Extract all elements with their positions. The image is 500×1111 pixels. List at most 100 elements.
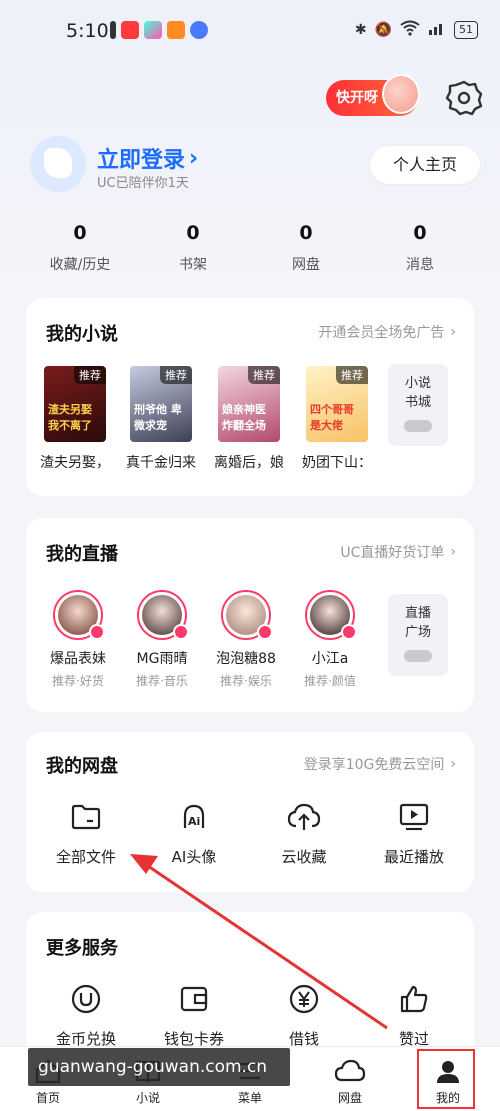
streamer-name: 泡泡糖88 (216, 651, 276, 667)
card-link-label: 登录享10G免费云空间 (303, 757, 445, 773)
card-title: 更多服务 (46, 938, 118, 959)
stat-value: 0 (73, 222, 87, 244)
streamer-item[interactable]: 爆品表妹 推荐·好货 (36, 590, 120, 689)
streamer-avatar (305, 590, 357, 640)
stat-label: 书架 (179, 257, 207, 273)
ai-avatar-icon: Ai (144, 800, 244, 834)
free-space-link[interactable]: 登录享10G免费云空间 › (304, 754, 456, 774)
mute-icon: 🔕 (374, 22, 392, 38)
login-label: 立即登录 (97, 148, 186, 173)
coin-icon (36, 982, 136, 1016)
stat-label: 收藏/历史 (49, 257, 111, 273)
live-orders-link[interactable]: UC直播好货订单 › (340, 542, 456, 562)
thumbs-up-icon (364, 982, 464, 1016)
book-cover: 推荐 刑爷他 卑微求宠 (130, 366, 192, 442)
streamer-category: 推荐·音乐 (136, 674, 188, 688)
chevron-right-icon: › (450, 756, 456, 772)
recommend-tag: 推荐 (160, 366, 192, 384)
streamer-name: 爆品表妹 (50, 651, 106, 667)
recommend-tag: 推荐 (74, 366, 106, 384)
streamer-item[interactable]: 泡泡糖88 推荐·娱乐 (204, 590, 288, 689)
tile-label: 小说 (404, 376, 431, 391)
vip-link[interactable]: 开通会员全场免广告 › (318, 322, 456, 342)
book-cover: 推荐 娘亲神医 炸翻全场 (218, 366, 280, 442)
chevron-right-icon: › (189, 145, 199, 171)
video-app-icon (167, 21, 185, 39)
live-icon (173, 624, 189, 640)
login-link[interactable]: 立即登录 › (97, 142, 198, 174)
cover-text: 刑爷他 卑微求宠 (134, 403, 182, 432)
live-icon (89, 624, 105, 640)
live-card: 我的直播 UC直播好货订单 › 爆品表妹 推荐·好货 MG雨晴 推荐·音乐 泡泡… (26, 518, 474, 712)
card-title: 我的小说 (46, 324, 118, 345)
tile-label: 书城 (404, 395, 431, 410)
services-card: 更多服务 金币兑换 钱包卡券 借钱 赞过 (26, 912, 474, 1062)
battery-alert-icon (110, 21, 116, 39)
ai-avatar-button[interactable]: Ai AI头像 (144, 800, 244, 867)
system-status: ✱ 🔕 51 (355, 20, 478, 40)
profile-button[interactable]: 个人主页 (370, 146, 480, 184)
gear-icon[interactable] (444, 78, 484, 118)
cover-text: 四个哥哥 是大佬 (310, 403, 354, 432)
cloud-favorites-button[interactable]: 云收藏 (254, 800, 354, 867)
live-plaza-tile[interactable]: 直播 广场 (388, 594, 448, 676)
avatar[interactable] (30, 136, 86, 192)
status-bar: 5:10 ✱ 🔕 51 (0, 0, 500, 60)
cloud-icon (320, 1055, 380, 1087)
nav-label: 首页 (35, 1091, 60, 1105)
all-files-button[interactable]: 全部文件 (36, 800, 136, 867)
novel-store-tile[interactable]: 小说 书城 (388, 364, 448, 446)
stat-bookshelf[interactable]: 0 书架 (143, 222, 243, 274)
play-screen-icon (364, 800, 464, 834)
book-name: 奶团下山： (302, 455, 372, 471)
wallet-button[interactable]: 钱包卡券 (144, 982, 244, 1049)
arrow-pill-icon (404, 420, 432, 432)
stat-favorites[interactable]: 0 收藏/历史 (30, 222, 130, 274)
arrow-pill-icon (404, 650, 432, 662)
streamer-item[interactable]: MG雨晴 推荐·音乐 (120, 590, 204, 689)
book-item[interactable]: 推荐 渣夫另娶 我不离了 渣夫另娶， (40, 366, 110, 472)
browser-app-icon (190, 21, 208, 39)
live-icon (341, 624, 357, 640)
stat-netdisk[interactable]: 0 网盘 (256, 222, 356, 274)
coin-exchange-button[interactable]: 金币兑换 (36, 982, 136, 1049)
mascot-icon (382, 74, 420, 114)
nav-label: 小说 (135, 1091, 160, 1105)
login-subtitle: UC已陪伴你1天 (97, 176, 189, 191)
nav-netdisk[interactable]: 网盘 (320, 1055, 380, 1106)
recent-play-button[interactable]: 最近播放 (364, 800, 464, 867)
streamer-name: MG雨晴 (136, 651, 188, 667)
streamer-category: 推荐·好货 (52, 674, 104, 688)
book-item[interactable]: 推荐 刑爷他 卑微求宠 真千金归来 (126, 366, 196, 472)
card-title: 我的网盘 (46, 756, 118, 777)
recommend-tag: 推荐 (336, 366, 368, 384)
func-label: 最近播放 (383, 848, 444, 866)
streamer-avatar (137, 590, 189, 640)
streamer-item[interactable]: 小江a 推荐·颜值 (288, 590, 372, 689)
stat-value: 0 (186, 222, 200, 244)
card-title: 我的直播 (46, 544, 118, 565)
card-link-label: 开通会员全场免广告 (318, 325, 445, 341)
streamer-name: 小江a (311, 651, 349, 667)
stat-value: 0 (299, 222, 313, 244)
stat-messages[interactable]: 0 消息 (370, 222, 470, 274)
liked-button[interactable]: 赞过 (364, 982, 464, 1049)
book-item[interactable]: 推荐 四个哥哥 是大佬 奶团下山： (302, 366, 372, 472)
nav-label: 网盘 (337, 1091, 362, 1105)
netdisk-card: 我的网盘 登录享10G免费云空间 › 全部文件 Ai AI头像 云收藏 最近播放 (26, 732, 474, 892)
status-time: 5:10 (66, 20, 109, 42)
folder-icon (36, 800, 136, 834)
cellular-icon (428, 21, 446, 39)
book-cover: 推荐 四个哥哥 是大佬 (306, 366, 368, 442)
book-name: 离婚后，娘 (214, 455, 284, 471)
streamer-category: 推荐·娱乐 (220, 674, 272, 688)
book-cover: 推荐 渣夫另娶 我不离了 (44, 366, 106, 442)
svg-text:Ai: Ai (188, 815, 200, 828)
stat-value: 0 (413, 222, 427, 244)
wallet-icon (144, 982, 244, 1016)
borrow-money-button[interactable]: 借钱 (254, 982, 354, 1049)
bluetooth-icon: ✱ (354, 22, 367, 38)
promo-badge[interactable]: 快开呀 (326, 74, 420, 116)
book-item[interactable]: 推荐 娘亲神医 炸翻全场 离婚后，娘 (214, 366, 284, 472)
live-icon (257, 624, 273, 640)
